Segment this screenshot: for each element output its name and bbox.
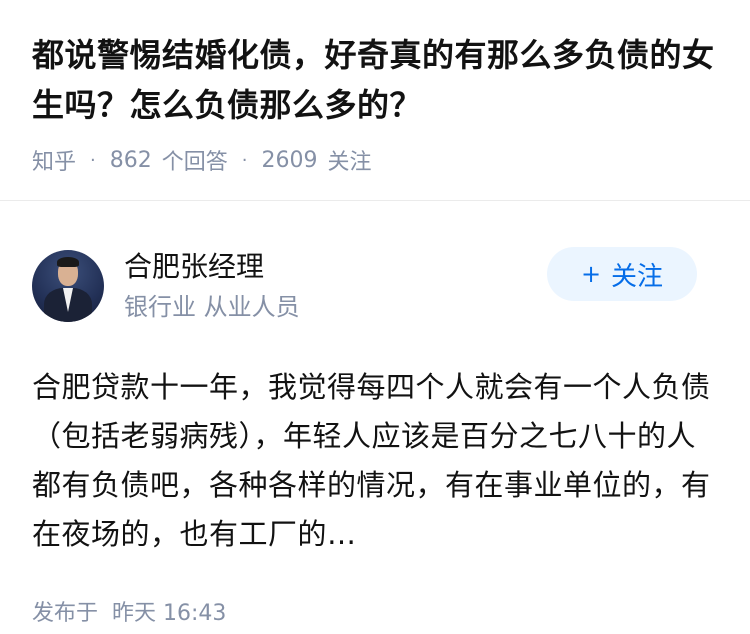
answer-excerpt[interactable]: 合肥贷款十一年，我觉得每四个人就会有一个人负债（包括老弱病残），年轻人应该是百分… bbox=[32, 363, 718, 559]
follow-count: 2609 bbox=[261, 147, 318, 173]
author-row: 合肥张经理 银行业 从业人员 + 关注 bbox=[32, 233, 718, 339]
author-name[interactable]: 合肥张经理 bbox=[124, 248, 300, 286]
plus-icon: + bbox=[580, 260, 602, 288]
answer-card[interactable]: 合肥张经理 银行业 从业人员 + 关注 合肥贷款十一年，我觉得每四个人就会有一个… bbox=[0, 233, 750, 627]
follow-button-label: 关注 bbox=[611, 261, 664, 292]
question-card[interactable]: 都说警惕结婚化债，好奇真的有那么多负债的女生吗？怎么负债那么多的？ 知乎 · 8… bbox=[0, 0, 750, 180]
follow-button[interactable]: + 关注 bbox=[547, 247, 697, 301]
author-headline: 银行业 从业人员 bbox=[124, 293, 300, 321]
question-title[interactable]: 都说警惕结婚化债，好奇真的有那么多负债的女生吗？怎么负债那么多的？ bbox=[32, 30, 718, 130]
time-value: 昨天 16:43 bbox=[112, 601, 227, 626]
answer-count-label: 个回答 bbox=[161, 150, 228, 175]
author-info: 合肥张经理 银行业 从业人员 bbox=[124, 248, 300, 324]
meta-separator: · bbox=[241, 149, 248, 171]
answer-count: 862 bbox=[109, 147, 152, 173]
time-label: 发布于 bbox=[32, 601, 99, 626]
meta-separator: · bbox=[90, 149, 96, 171]
source-label: 知乎 bbox=[32, 150, 77, 175]
section-divider bbox=[0, 200, 750, 201]
question-meta: 知乎 · 862 个回答 · 2609 关注 bbox=[32, 140, 718, 180]
follow-count-label: 关注 bbox=[327, 150, 372, 175]
avatar[interactable] bbox=[32, 250, 104, 322]
answer-timestamp: 发布于 昨天 16:43 bbox=[32, 595, 718, 627]
